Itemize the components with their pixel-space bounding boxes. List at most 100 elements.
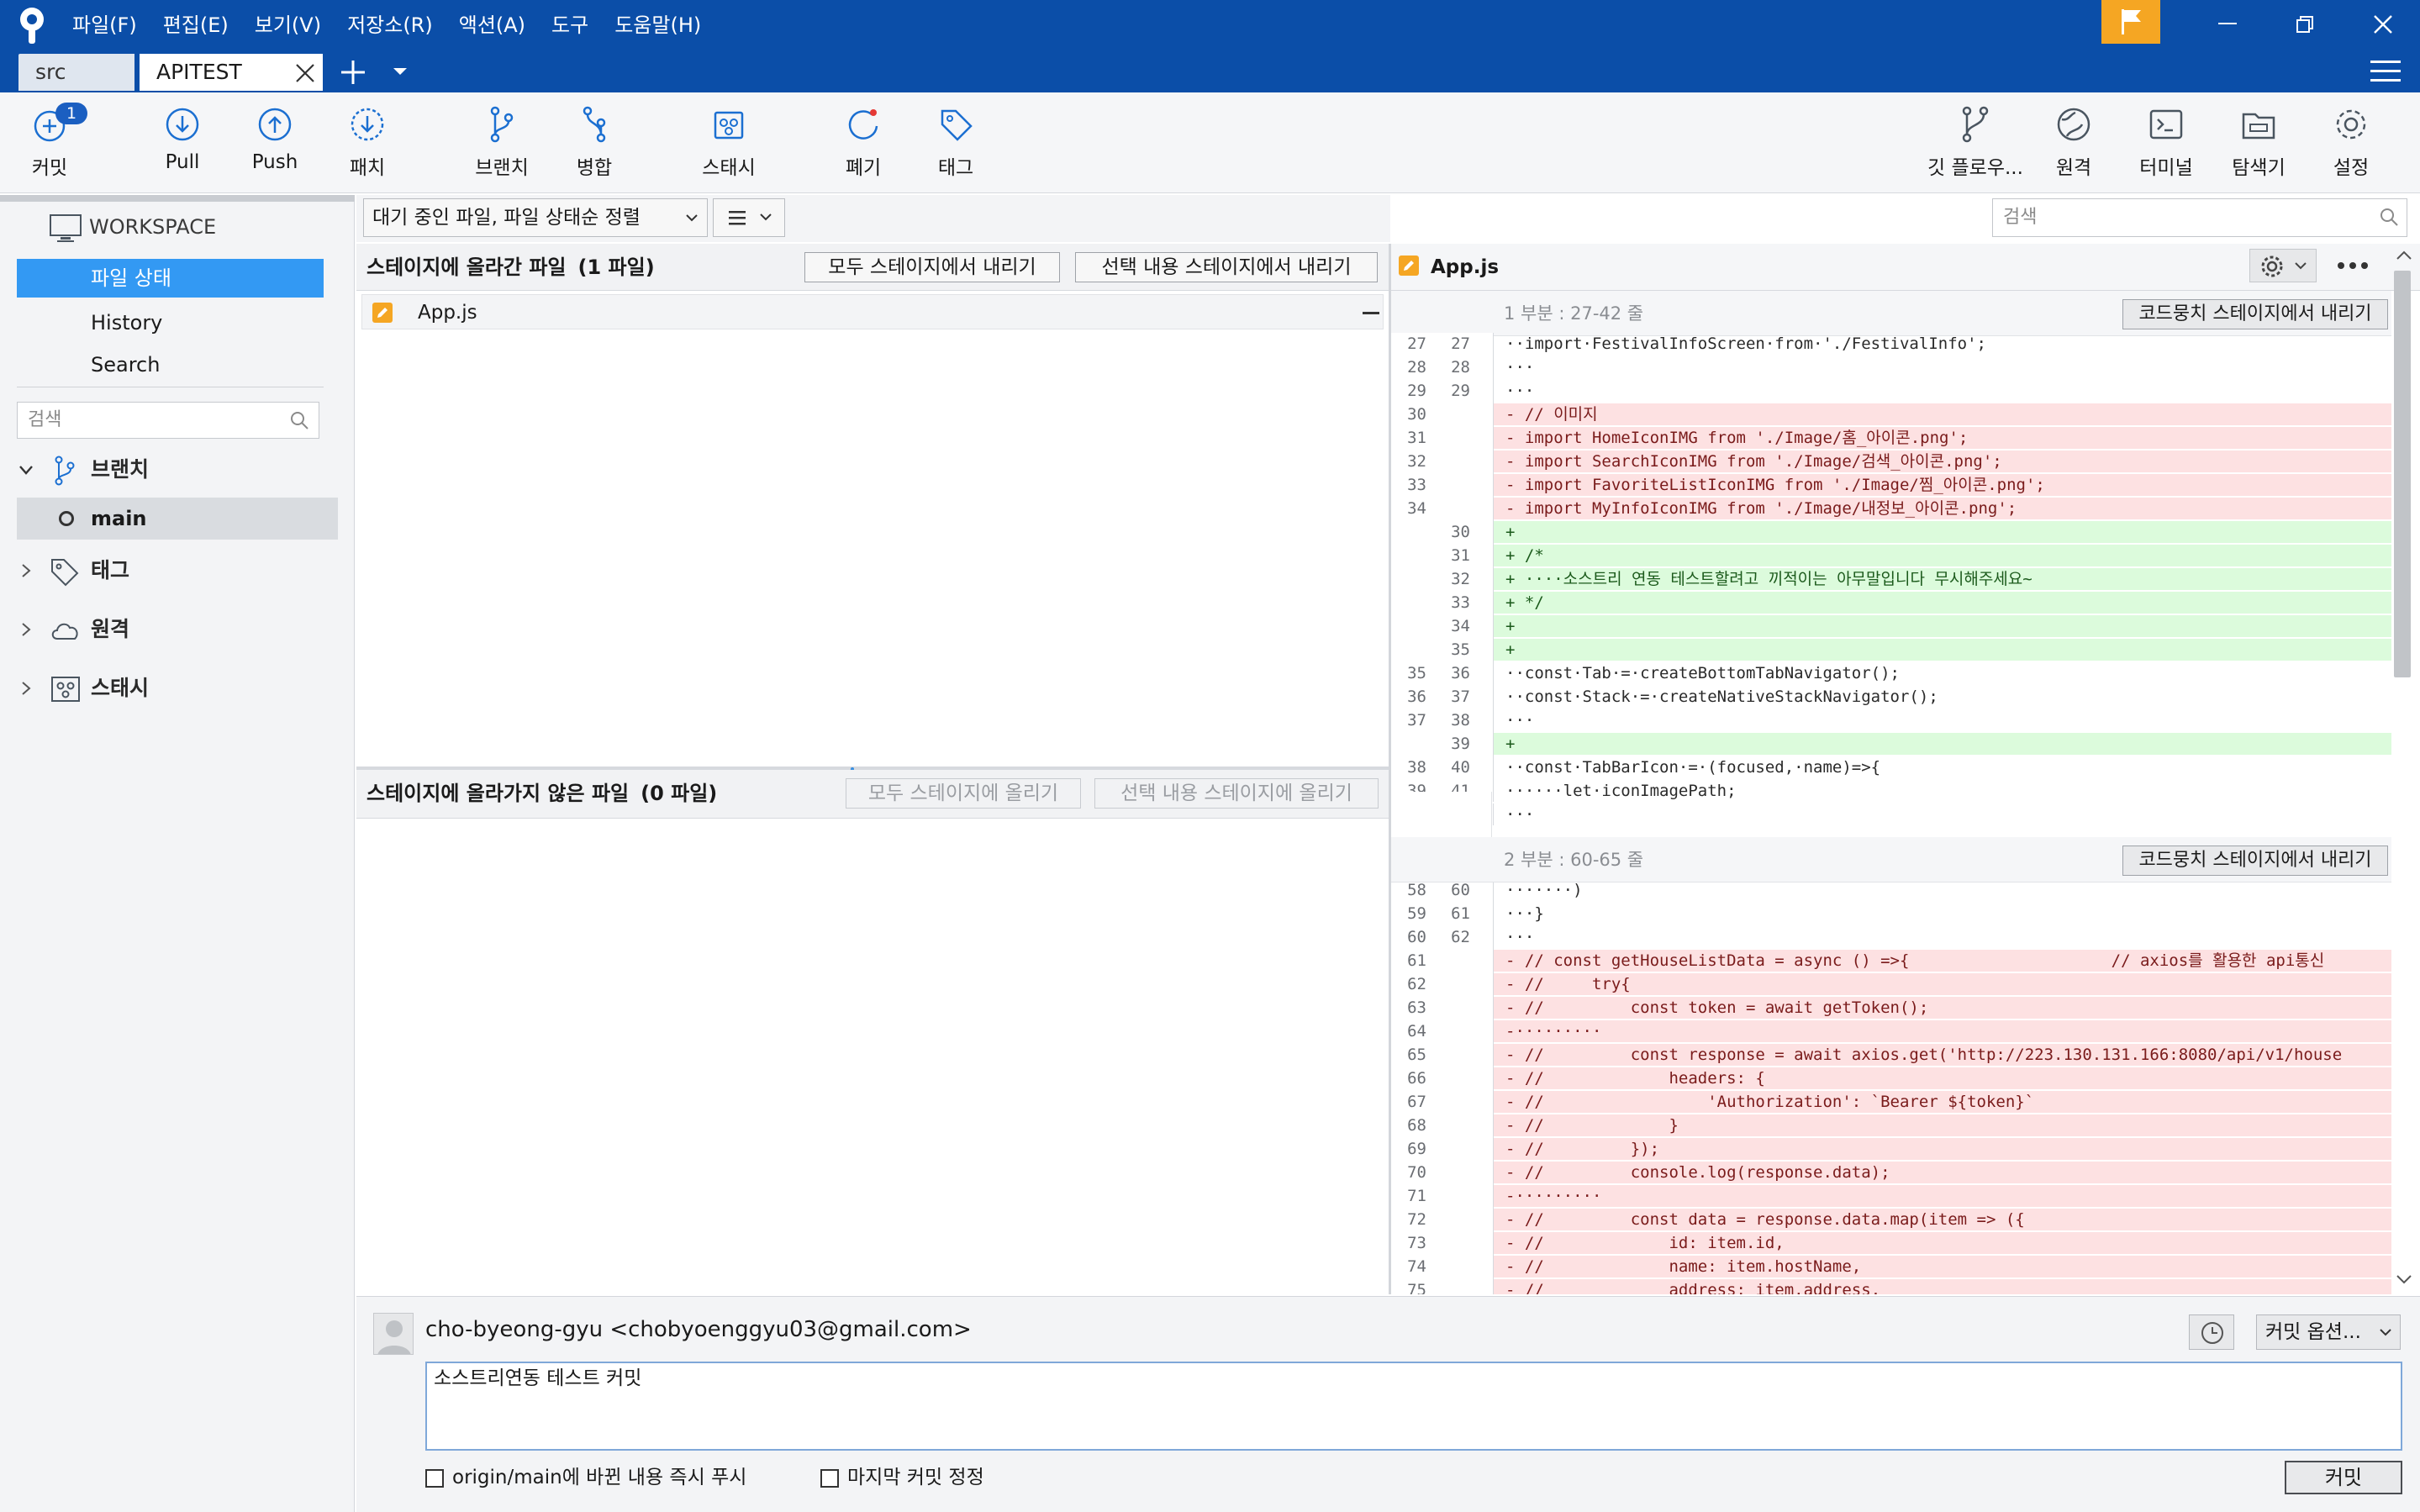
- unstage-selected-button[interactable]: 선택 내용 스테이지에서 내리기: [1075, 252, 1378, 282]
- commit-button[interactable]: 커밋: [2285, 1461, 2402, 1494]
- diff-options-dropdown[interactable]: [2249, 249, 2317, 282]
- more-options-icon[interactable]: [2333, 256, 2372, 276]
- push-immediately-checkbox[interactable]: [425, 1469, 444, 1488]
- diff-line-context[interactable]: 37 38 ···: [1391, 709, 2391, 731]
- diff-line-removed[interactable]: 64 -·········: [1391, 1020, 2391, 1042]
- diff-line-added[interactable]: 32 + ····소스트리 연동 테스트할려고 끼적이는 아무말입니다 무시해주세…: [1391, 568, 2391, 590]
- diff-line-context[interactable]: 29 29 ···: [1391, 380, 2391, 402]
- merge-button[interactable]: 병합: [548, 104, 641, 188]
- stage-all-button[interactable]: 모두 스테이지에 올리기: [846, 778, 1081, 809]
- terminal-button[interactable]: 터미널: [2120, 104, 2212, 188]
- remote-button[interactable]: 원격: [2027, 104, 2120, 188]
- view-mode-dropdown[interactable]: [713, 198, 785, 237]
- diff-line-context[interactable]: 28 28 ···: [1391, 356, 2391, 378]
- amend-last-commit-option[interactable]: 마지막 커밋 정정: [820, 1464, 1073, 1491]
- git-flow-button[interactable]: 깃 플로우...: [1923, 104, 2027, 188]
- restore-button[interactable]: [2263, 0, 2347, 49]
- diff-line-removed[interactable]: 73 - // id: item.id,: [1391, 1232, 2391, 1254]
- diff-line-removed[interactable]: 32 - import SearchIconIMG from './Image/검…: [1391, 450, 2391, 472]
- diff-line-removed[interactable]: 65 - // const response = await axios.get(…: [1391, 1044, 2391, 1066]
- commit-history-button[interactable]: [2189, 1314, 2234, 1350]
- diff-line-removed[interactable]: 30 - // 이미지: [1391, 403, 2391, 425]
- diff-line-context[interactable]: 38 40 ··const·TabBarIcon·=·(focused,·name)…: [1391, 756, 2391, 778]
- stage-selected-button[interactable]: 선택 내용 스테이지에 올리기: [1094, 778, 1379, 809]
- add-tab-icon[interactable]: [338, 57, 368, 87]
- diff-search-input[interactable]: 검색: [1992, 198, 2407, 237]
- nav-search[interactable]: Search: [91, 346, 160, 383]
- explorer-button[interactable]: 탐색기: [2212, 104, 2305, 188]
- diff-line-context[interactable]: 4042···: [1391, 803, 2391, 825]
- diff-line-context[interactable]: 60 62 ···: [1391, 926, 2391, 948]
- menu-help[interactable]: 도움말(H): [614, 8, 701, 42]
- file-sort-dropdown[interactable]: 대기 중인 파일, 파일 상태순 정렬: [363, 198, 708, 237]
- menu-file[interactable]: 파일(F): [72, 8, 137, 42]
- diff-line-removed[interactable]: 63 - // const token = await getToken();: [1391, 997, 2391, 1019]
- menu-actions[interactable]: 액션(A): [459, 8, 525, 42]
- diff-line-removed[interactable]: 70 - // console.log(response.data);: [1391, 1162, 2391, 1183]
- diff-line-removed[interactable]: 61 - // const getHouseListData = async ()…: [1391, 950, 2391, 972]
- pull-button[interactable]: Pull: [136, 104, 229, 188]
- settings-button[interactable]: 설정: [2305, 104, 2397, 188]
- unstage-all-button[interactable]: 모두 스테이지에서 내리기: [804, 252, 1060, 282]
- diff-line-removed[interactable]: 72 - // const data = response.data.map(it…: [1391, 1209, 2391, 1230]
- minimize-button[interactable]: [2185, 0, 2270, 49]
- sidebar-section-remotes[interactable]: 원격: [0, 607, 355, 652]
- diff-line-added[interactable]: 35 +: [1391, 639, 2391, 661]
- menu-tools[interactable]: 도구: [551, 8, 588, 42]
- tag-button[interactable]: 태그: [909, 104, 1002, 188]
- diff-line-added[interactable]: 31 + /*: [1391, 545, 2391, 566]
- menu-repository[interactable]: 저장소(R): [347, 8, 433, 42]
- diff-line-context[interactable]: 58 60 ·······): [1391, 882, 2391, 901]
- branch-button[interactable]: 브랜치: [456, 104, 548, 188]
- diff-line-removed[interactable]: 33 - import FavoriteListIconIMG from './I…: [1391, 474, 2391, 496]
- push-immediately-option[interactable]: origin/main에 바뀐 내용 즉시 푸시: [425, 1464, 829, 1491]
- diff-line-added[interactable]: 33 + */: [1391, 592, 2391, 614]
- diff-line-removed[interactable]: 75 - // address: item.address,: [1391, 1279, 2391, 1294]
- close-window-button[interactable]: [2341, 0, 2420, 49]
- menu-edit[interactable]: 편집(E): [163, 8, 229, 42]
- sidebar-section-stashes[interactable]: 스태시: [0, 666, 355, 711]
- tab-list-chevron-icon[interactable]: [392, 66, 409, 77]
- diff-line-context[interactable]: 36 37 ··const·Stack·=·createNativeStackNav…: [1391, 686, 2391, 708]
- diff-line-context[interactable]: 27 27 ··import·FestivalInfoScreen·from·'./…: [1391, 333, 2391, 355]
- hamburger-menu-icon[interactable]: [2370, 59, 2401, 84]
- amend-last-commit-checkbox[interactable]: [820, 1469, 839, 1488]
- unstage-hunk-button[interactable]: 코드뭉치 스테이지에서 내리기: [2122, 846, 2388, 876]
- diff-line-context[interactable]: 39 41 ······let·iconImagePath;: [1391, 780, 2391, 802]
- nav-file-status[interactable]: 파일 상태: [17, 259, 324, 298]
- stash-button[interactable]: 스태시: [683, 104, 775, 188]
- branch-item-main[interactable]: main: [17, 498, 338, 540]
- notification-flag-button[interactable]: [2101, 0, 2160, 44]
- collapse-icon[interactable]: [1363, 312, 1379, 314]
- diff-line-removed[interactable]: 66 - // headers: {: [1391, 1067, 2391, 1089]
- diff-line-removed[interactable]: 62 - // try{: [1391, 973, 2391, 995]
- diff-line-context[interactable]: 35 36 ··const·Tab·=·createBottomTabNavigat…: [1391, 662, 2391, 684]
- diff-line-removed[interactable]: 68 - // }: [1391, 1114, 2391, 1136]
- diff-line-added[interactable]: 30 +: [1391, 521, 2391, 543]
- diff-line-removed[interactable]: 34 - import MyInfoIconIMG from './Image/내…: [1391, 498, 2391, 519]
- file-row[interactable]: App.js: [361, 294, 1384, 329]
- discard-button[interactable]: 폐기: [817, 104, 909, 188]
- scroll-down-icon[interactable]: [2394, 1272, 2414, 1286]
- diff-line-removed[interactable]: 69 - // });: [1391, 1138, 2391, 1160]
- nav-history[interactable]: History: [91, 304, 162, 341]
- sidebar-section-tags[interactable]: 태그: [0, 548, 355, 593]
- diff-line-removed[interactable]: 67 - // 'Authorization': `Bearer ${token}…: [1391, 1091, 2391, 1113]
- sidebar-search-input[interactable]: 검색: [17, 402, 319, 439]
- tab-close-icon[interactable]: [294, 62, 316, 84]
- diff-line-context[interactable]: 59 61 ···}: [1391, 903, 2391, 925]
- diff-line-removed[interactable]: 71 -·········: [1391, 1185, 2391, 1207]
- sidebar-section-branches[interactable]: 브랜치: [0, 447, 355, 493]
- diff-line-removed[interactable]: 74 - // name: item.hostName,: [1391, 1256, 2391, 1278]
- scroll-up-icon[interactable]: [2394, 249, 2414, 262]
- menu-view[interactable]: 보기(V): [255, 8, 321, 42]
- diff-scrollbar[interactable]: [2394, 271, 2411, 677]
- patch-button[interactable]: 패치: [321, 104, 414, 188]
- unstage-hunk-button[interactable]: 코드뭉치 스테이지에서 내리기: [2122, 299, 2388, 329]
- tab-src[interactable]: src: [18, 54, 134, 91]
- diff-line-added[interactable]: 39 +: [1391, 733, 2391, 755]
- diff-line-removed[interactable]: 31 - import HomeIconIMG from './Image/홈_아…: [1391, 427, 2391, 449]
- push-button[interactable]: Push: [229, 104, 321, 188]
- commit-message-input[interactable]: 소스트리연동 테스트 커밋: [425, 1362, 2402, 1451]
- diff-line-added[interactable]: 34 +: [1391, 615, 2391, 637]
